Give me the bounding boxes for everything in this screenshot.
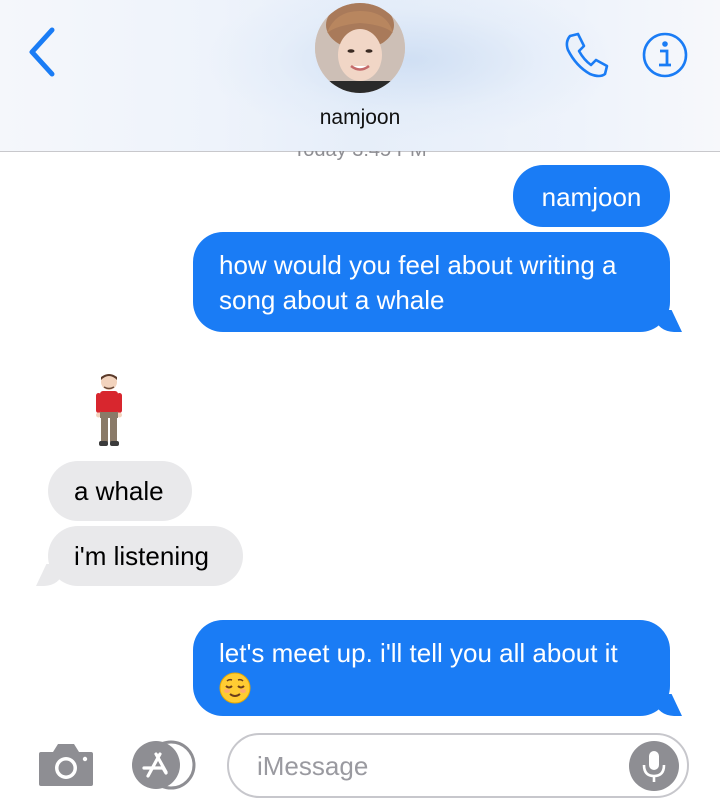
message-input-placeholder: iMessage xyxy=(257,751,369,781)
avatar-photo xyxy=(315,3,405,93)
call-button[interactable] xyxy=(560,28,612,80)
man-standing-emoji[interactable] xyxy=(92,372,126,448)
back-button[interactable] xyxy=(22,26,62,78)
info-icon xyxy=(642,32,688,78)
phone-icon xyxy=(565,32,609,78)
microphone-icon xyxy=(642,751,666,782)
dictation-button[interactable] xyxy=(629,741,679,791)
message-bubble-sent[interactable]: how would you feel about writing a song … xyxy=(193,232,670,332)
message-bubble-received[interactable]: a whale xyxy=(48,461,192,521)
message-text: i'm listening xyxy=(74,541,210,571)
message-text: let's meet up. i'll tell you all about i… xyxy=(219,638,618,668)
message-text: a whale xyxy=(74,476,164,506)
message-bubble-sent[interactable]: namjoon xyxy=(513,165,670,227)
camera-icon xyxy=(39,744,93,786)
message-bubble-sent[interactable]: let's meet up. i'll tell you all about i… xyxy=(193,620,670,716)
camera-button[interactable] xyxy=(37,738,95,790)
app-store-icon xyxy=(132,740,196,790)
message-text: how would you feel about writing a song … xyxy=(219,250,617,315)
contact-avatar[interactable] xyxy=(315,3,405,93)
chevron-left-icon xyxy=(29,27,55,77)
relieved-face-emoji xyxy=(219,672,644,706)
message-bubble-received[interactable]: i'm listening xyxy=(48,526,243,586)
info-button[interactable] xyxy=(640,30,690,80)
contact-name[interactable]: namjoon xyxy=(0,106,720,130)
message-text: namjoon xyxy=(541,182,642,212)
message-input[interactable]: iMessage xyxy=(227,733,689,798)
apps-button[interactable] xyxy=(130,740,198,790)
